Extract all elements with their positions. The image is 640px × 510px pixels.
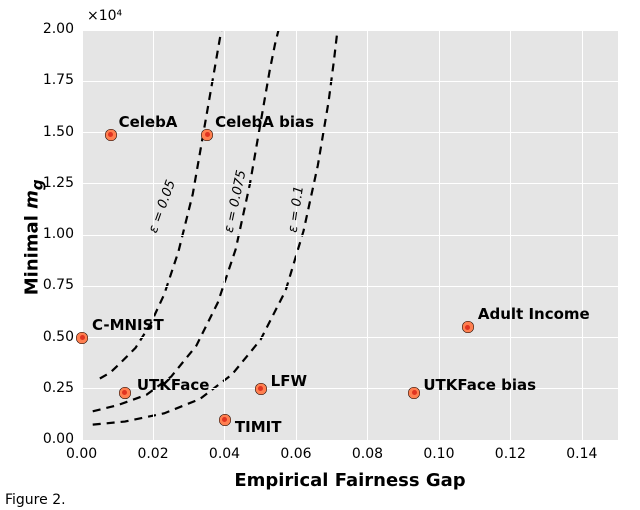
data-point-label: UTKFace bias [423,376,536,394]
gridline-h [82,440,618,441]
x-tick-label: 0.12 [495,446,526,462]
data-point [408,387,420,399]
y-tick-label: 0.75 [43,277,74,293]
gridline-h [82,337,618,338]
x-tick-label: 0.00 [66,446,97,462]
data-point-label: Adult Income [478,305,590,323]
data-point-label: LFW [271,372,307,390]
data-point [219,414,231,426]
gridline-h [82,286,618,287]
gridline-h [82,81,618,82]
x-tick-label: 0.14 [566,446,597,462]
x-tick-label: 0.08 [352,446,383,462]
data-point-label: CelebA bias [215,113,314,131]
y-tick-label: 1.00 [43,226,74,242]
data-point-label: C-MNIST [92,316,164,334]
y-tick-label: 2.00 [43,21,74,37]
x-tick-label: 0.10 [423,446,454,462]
gridline-h [82,235,618,236]
data-point-label: TIMIT [235,418,282,436]
x-tick-label: 0.02 [137,446,168,462]
figure: ×10⁴ Empirical Fairness Gap Minimal mg F… [0,0,640,510]
y-tick-label: 1.75 [43,72,74,88]
data-point [76,332,88,344]
y-scale-exponent: ×10⁴ [87,8,122,24]
data-point [119,387,131,399]
data-point [105,129,117,141]
y-tick-label: 1.50 [43,124,74,140]
data-point [201,129,213,141]
x-tick-label: 0.06 [280,446,311,462]
x-tick-label: 0.04 [209,446,240,462]
figure-caption: Figure 2. [5,492,66,508]
y-tick-label: 0.25 [43,380,74,396]
gridline-h [82,132,618,133]
x-axis-label: Empirical Fairness Gap [82,470,618,491]
y-tick-label: 0.50 [43,329,74,345]
y-tick-label: 0.00 [43,431,74,447]
gridline-h [82,30,618,31]
data-point-label: UTKFace [137,376,210,394]
data-point [255,383,267,395]
y-tick-label: 1.25 [43,175,74,191]
data-point-label: CelebA [119,113,178,131]
data-point [462,321,474,333]
